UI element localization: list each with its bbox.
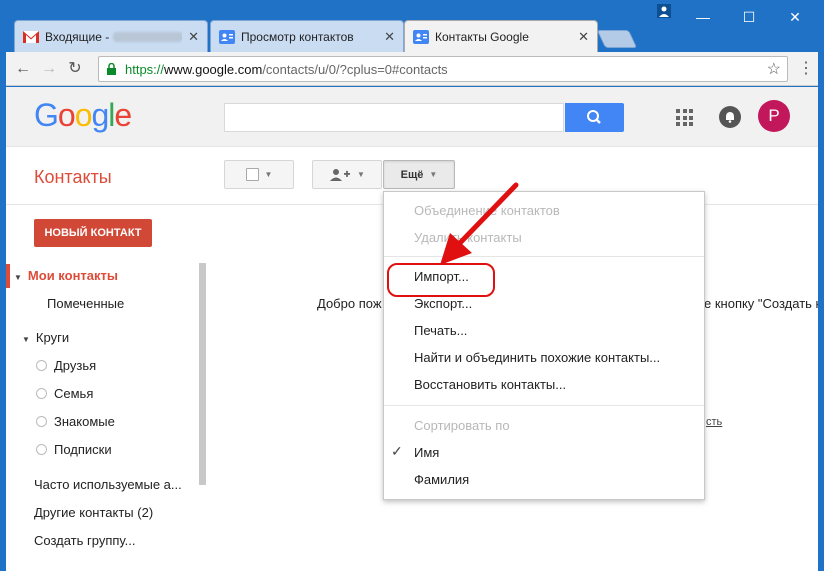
chevron-down-icon: ▼ <box>429 170 438 179</box>
title-bar: Входящие - ✕ Просмотр контактов ✕ Контак… <box>0 0 824 53</box>
menu-item-export[interactable]: Экспорт... <box>414 294 472 314</box>
add-person-icon <box>330 168 351 181</box>
sidebar-item-acquaintances[interactable]: Знакомые <box>6 410 196 434</box>
chevron-down-icon: ▼ <box>264 170 273 179</box>
menu-item-print[interactable]: Печать... <box>414 321 467 341</box>
chevron-down-icon: ▼ <box>357 170 365 179</box>
menu-item-sort-surname[interactable]: Фамилия <box>414 470 469 490</box>
expand-triangle-icon[interactable]: ▼ <box>14 273 22 282</box>
circle-icon <box>36 360 47 371</box>
reload-icon[interactable]: ↻ <box>64 58 86 80</box>
notifications-bell-icon[interactable] <box>719 106 741 128</box>
forward-icon[interactable]: → <box>38 58 60 80</box>
checkmark-icon: ✓ <box>391 443 403 459</box>
browser-window: Входящие - ✕ Просмотр контактов ✕ Контак… <box>0 0 824 571</box>
back-icon[interactable]: ← <box>12 58 34 80</box>
sidebar-item-circles[interactable]: ▼ Круги <box>6 326 196 350</box>
search-icon <box>587 110 601 124</box>
avatar[interactable]: P <box>758 100 790 132</box>
contacts-icon <box>413 30 429 44</box>
gmail-icon <box>23 30 39 43</box>
google-logo[interactable]: Google <box>34 97 132 134</box>
menu-item-restore[interactable]: Восстановить контакты... <box>414 375 566 395</box>
contacts-page: Google P Контакты ▼ ▼ Ещё ▼ НОВЫЙ КОНТАК… <box>6 87 818 571</box>
menu-item-find-merge[interactable]: Найти и объединить похожие контакты... <box>414 348 660 368</box>
sidebar-item-my-contacts[interactable]: ▼ Мои контакты <box>6 264 196 288</box>
new-contact-button[interactable]: НОВЫЙ КОНТАКТ <box>34 219 152 247</box>
menu-section-sort-by: Сортировать по <box>414 418 510 433</box>
page-title: Контакты <box>34 167 112 187</box>
search-input[interactable] <box>224 103 564 132</box>
sidebar-item-frequent[interactable]: Часто используемые а... <box>6 473 196 497</box>
menu-divider <box>384 405 704 406</box>
sidebar-scrollbar[interactable] <box>199 263 206 485</box>
tab-view-contacts[interactable]: Просмотр контактов ✕ <box>210 20 404 52</box>
browser-toolbar: ← → ↻ https://www.google.com/contacts/u/… <box>6 52 818 86</box>
circle-icon <box>36 388 47 399</box>
tab-inbox[interactable]: Входящие - ✕ <box>14 20 208 52</box>
close-window-icon[interactable]: ✕ <box>780 6 810 28</box>
tab-label: Входящие - <box>45 30 183 44</box>
close-tab-icon[interactable]: ✕ <box>188 29 199 45</box>
url-text: https://www.google.com/contacts/u/0/?cpl… <box>125 62 448 77</box>
search-button[interactable] <box>565 103 624 132</box>
welcome-text-right: е кнопку "Создать к <box>704 296 818 311</box>
new-tab-button[interactable] <box>596 30 638 48</box>
google-header: Google P <box>6 87 818 147</box>
apps-grid-icon[interactable] <box>676 109 693 126</box>
address-bar[interactable]: https://www.google.com/contacts/u/0/?cpl… <box>98 56 788 82</box>
lock-icon <box>107 63 116 75</box>
select-checkbox-button[interactable]: ▼ <box>224 160 294 189</box>
sidebar-item-create-group[interactable]: Создать группу... <box>6 529 196 553</box>
more-button-label: Ещё <box>400 168 424 181</box>
maximize-icon[interactable]: ☐ <box>734 6 764 28</box>
add-to-circle-button[interactable]: ▼ <box>312 160 382 189</box>
minimize-icon[interactable]: — <box>688 6 718 28</box>
welcome-link[interactable]: сть <box>706 416 722 428</box>
sidebar-item-following[interactable]: Подписки <box>6 438 196 462</box>
tab-google-contacts[interactable]: Контакты Google ✕ <box>404 20 598 53</box>
sidebar-item-family[interactable]: Семья <box>6 382 196 406</box>
tab-label: Просмотр контактов <box>241 29 354 44</box>
tab-label: Контакты Google <box>435 30 529 44</box>
bookmark-star-icon[interactable]: ☆ <box>767 59 781 79</box>
sidebar-item-friends[interactable]: Друзья <box>6 354 196 378</box>
sidebar-item-starred[interactable]: Помеченные <box>6 292 196 316</box>
red-arrow-annotation <box>440 182 519 265</box>
menu-divider <box>384 256 704 257</box>
close-tab-icon[interactable]: ✕ <box>384 29 395 45</box>
welcome-text: Добро пож <box>317 296 382 311</box>
close-tab-icon[interactable]: ✕ <box>578 29 589 45</box>
user-profile-icon[interactable] <box>649 2 679 24</box>
sidebar-item-other-contacts[interactable]: Другие контакты (2) <box>6 501 196 525</box>
browser-menu-icon[interactable]: ⋮ <box>798 58 814 78</box>
contacts-icon <box>219 29 235 44</box>
checkbox[interactable] <box>245 168 259 181</box>
circle-icon <box>36 444 47 455</box>
more-dropdown-menu: Объединение контактов Удалить контакты И… <box>383 191 705 500</box>
menu-item-sort-name[interactable]: Имя <box>414 443 439 463</box>
expand-triangle-icon[interactable]: ▼ <box>22 335 30 344</box>
circle-icon <box>36 416 47 427</box>
